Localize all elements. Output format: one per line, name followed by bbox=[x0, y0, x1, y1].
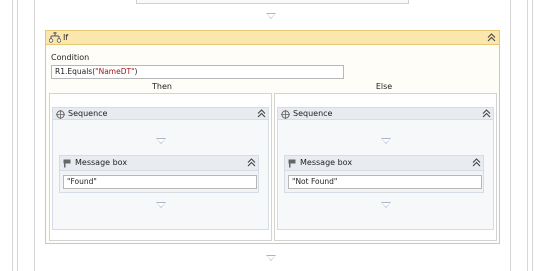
drop-target-arrow-icon[interactable] bbox=[266, 255, 276, 261]
designer-frame-line bbox=[17, 0, 18, 271]
sequence-header[interactable]: Sequence bbox=[52, 107, 269, 120]
condition-input[interactable]: R1.Equals("NameDT") bbox=[51, 65, 344, 79]
if-activity-icon bbox=[49, 32, 61, 43]
then-message-box[interactable]: Message box "Found" bbox=[59, 155, 259, 193]
then-sequence[interactable]: Sequence Message box "Found" bbox=[52, 107, 269, 230]
if-title: If bbox=[63, 33, 69, 42]
designer-frame-line bbox=[510, 0, 511, 271]
message-box-title: Message box bbox=[300, 158, 353, 167]
drop-target-arrow-icon[interactable] bbox=[156, 202, 166, 208]
chevron-double-up-icon[interactable] bbox=[472, 158, 481, 167]
sequence-icon bbox=[56, 110, 65, 119]
else-label: Else bbox=[375, 82, 393, 91]
condition-expression-prefix: R1.Equals( bbox=[55, 67, 96, 76]
sequence-icon bbox=[281, 110, 290, 119]
condition-expression-string: "NameDT" bbox=[95, 67, 135, 76]
designer-frame-line bbox=[527, 0, 528, 271]
message-box-header[interactable]: Message box bbox=[285, 156, 483, 171]
else-sequence[interactable]: Sequence Message box "Not Found" bbox=[277, 107, 494, 230]
previous-activity-edge bbox=[136, 0, 409, 4]
sequence-title: Sequence bbox=[68, 109, 108, 118]
else-branch[interactable]: Sequence Message box "Not Found" bbox=[274, 93, 497, 241]
condition-expression-suffix: ) bbox=[134, 67, 138, 76]
message-text-input[interactable]: "Found" bbox=[63, 175, 257, 189]
message-box-title: Message box bbox=[75, 158, 128, 167]
chevron-double-up-icon[interactable] bbox=[482, 109, 491, 118]
sequence-title: Sequence bbox=[293, 109, 333, 118]
designer-frame-line bbox=[12, 0, 13, 271]
drop-target-arrow-icon[interactable] bbox=[266, 13, 276, 19]
condition-label: Condition bbox=[51, 53, 90, 62]
if-activity[interactable]: If Condition R1.Equals("NameDT") Then El… bbox=[45, 30, 500, 244]
then-label: Then bbox=[152, 82, 172, 91]
message-text-input[interactable]: "Not Found" bbox=[288, 175, 482, 189]
designer-frame-line bbox=[34, 0, 35, 271]
chevron-double-up-icon[interactable] bbox=[247, 158, 256, 167]
drop-target-arrow-icon[interactable] bbox=[381, 202, 391, 208]
designer-frame-line bbox=[532, 0, 533, 271]
sequence-header[interactable]: Sequence bbox=[277, 107, 494, 120]
message-box-icon bbox=[63, 159, 71, 168]
chevron-double-up-icon[interactable] bbox=[257, 109, 266, 118]
then-branch[interactable]: Sequence Message box "Found" bbox=[49, 93, 272, 241]
else-message-box[interactable]: Message box "Not Found" bbox=[284, 155, 484, 193]
drop-target-arrow-icon[interactable] bbox=[381, 138, 391, 144]
message-box-icon bbox=[288, 159, 296, 168]
message-box-header[interactable]: Message box bbox=[60, 156, 258, 171]
if-header[interactable]: If bbox=[46, 31, 499, 45]
chevron-double-up-icon[interactable] bbox=[487, 33, 496, 42]
drop-target-arrow-icon[interactable] bbox=[156, 138, 166, 144]
